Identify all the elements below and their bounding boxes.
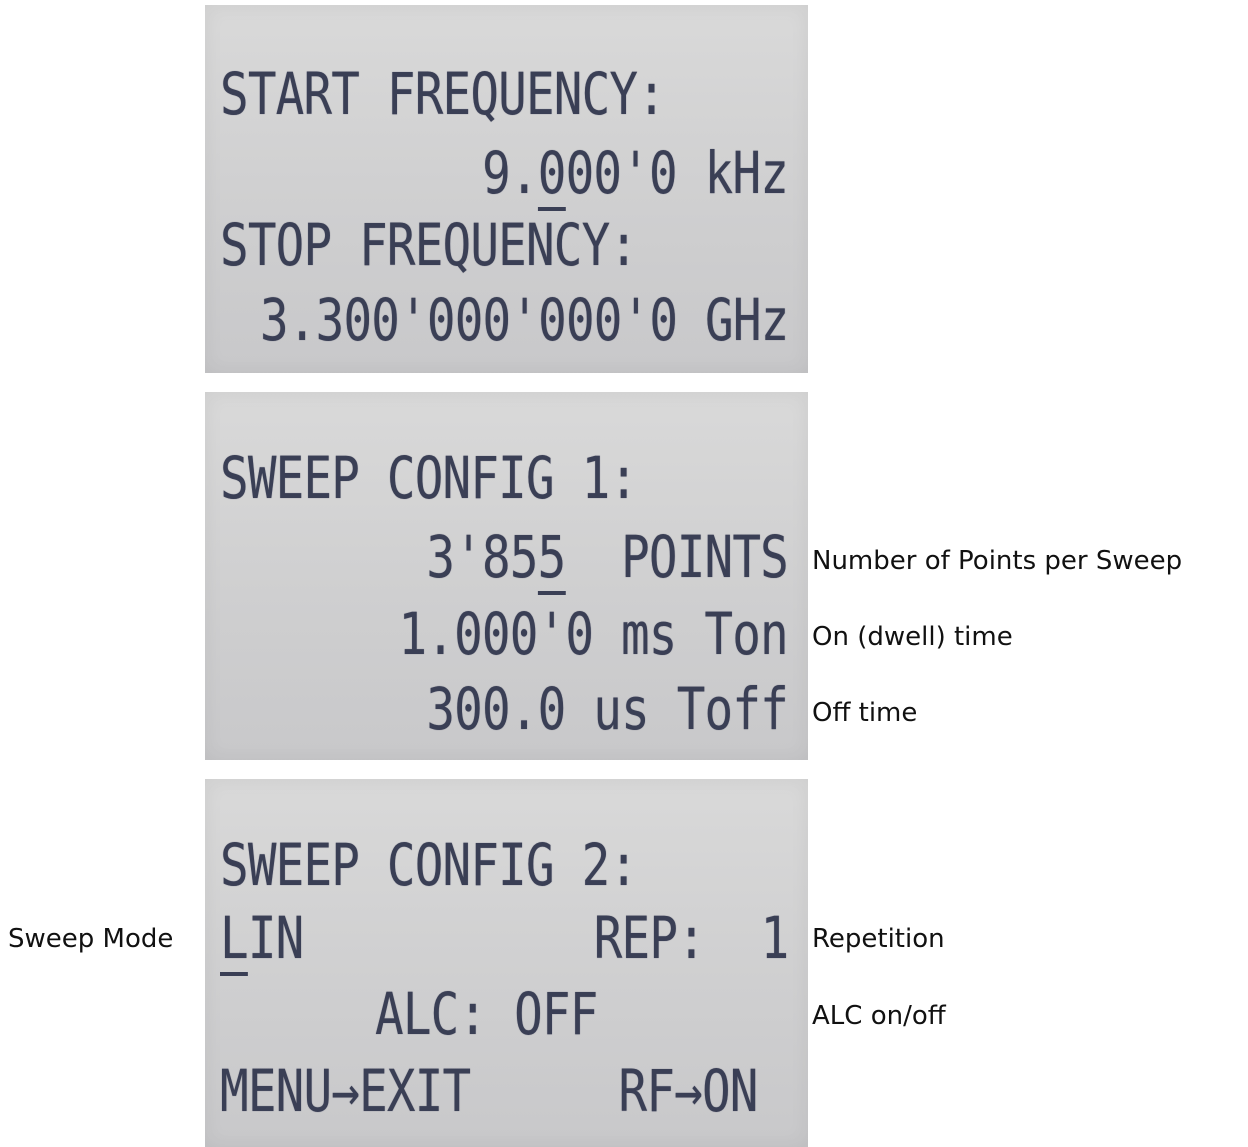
lcd-screen-sweep-config-1: SWEEP CONFIG 1: 3'855 POINTS 1.000'0 ms … bbox=[205, 392, 808, 760]
annotation-off-time: Off time bbox=[812, 698, 918, 728]
annotation-sweep-mode: Sweep Mode bbox=[8, 924, 174, 954]
lcd-screen-start-stop-frequency: START FREQUENCY: 9.000'0 kHz STOP FREQUE… bbox=[205, 5, 808, 373]
sweep-config-1-title: SWEEP CONFIG 1: bbox=[220, 444, 638, 512]
annotation-repetition: Repetition bbox=[812, 924, 945, 954]
annotation-alc: ALC on/off bbox=[812, 1001, 946, 1031]
stop-frequency-label: STOP FREQUENCY: bbox=[220, 211, 638, 279]
sweep-mode-value: LIN bbox=[220, 904, 304, 976]
off-time-value: 300.0 us Toff bbox=[426, 675, 788, 743]
start-frequency-value: 9.000'0 kHz bbox=[482, 139, 789, 211]
rf-on-hint: RF→ON bbox=[618, 1057, 759, 1125]
lcd-screen-sweep-config-2: SWEEP CONFIG 2: LIN REP: 1 ALC: OFF MENU… bbox=[205, 779, 808, 1147]
edit-cursor: 5 bbox=[537, 523, 566, 595]
edit-cursor: L bbox=[220, 904, 249, 976]
points-value-suffix: POINTS bbox=[565, 523, 789, 591]
start-frequency-value-prefix: 9. bbox=[482, 139, 538, 207]
points-value-prefix: 3'85 bbox=[426, 523, 538, 591]
annotation-on-time: On (dwell) time bbox=[812, 622, 1013, 652]
menu-exit-hint: MENU→EXIT bbox=[220, 1057, 471, 1125]
annotation-points-per-sweep: Number of Points per Sweep bbox=[812, 546, 1183, 576]
stop-frequency-value: 3.300'000'000'0 GHz bbox=[259, 286, 789, 354]
sweep-mode-suffix: IN bbox=[247, 904, 304, 972]
alc-value: ALC: OFF bbox=[375, 980, 598, 1048]
points-value: 3'855 POINTS bbox=[426, 523, 789, 595]
sweep-config-2-title: SWEEP CONFIG 2: bbox=[220, 831, 638, 899]
start-frequency-label: START FREQUENCY: bbox=[220, 60, 666, 128]
edit-cursor: 0 bbox=[537, 139, 566, 211]
on-time-value: 1.000'0 ms Ton bbox=[398, 600, 789, 668]
start-frequency-value-suffix: 00'0 kHz bbox=[565, 139, 788, 207]
repetition-value: REP: 1 bbox=[593, 904, 789, 972]
